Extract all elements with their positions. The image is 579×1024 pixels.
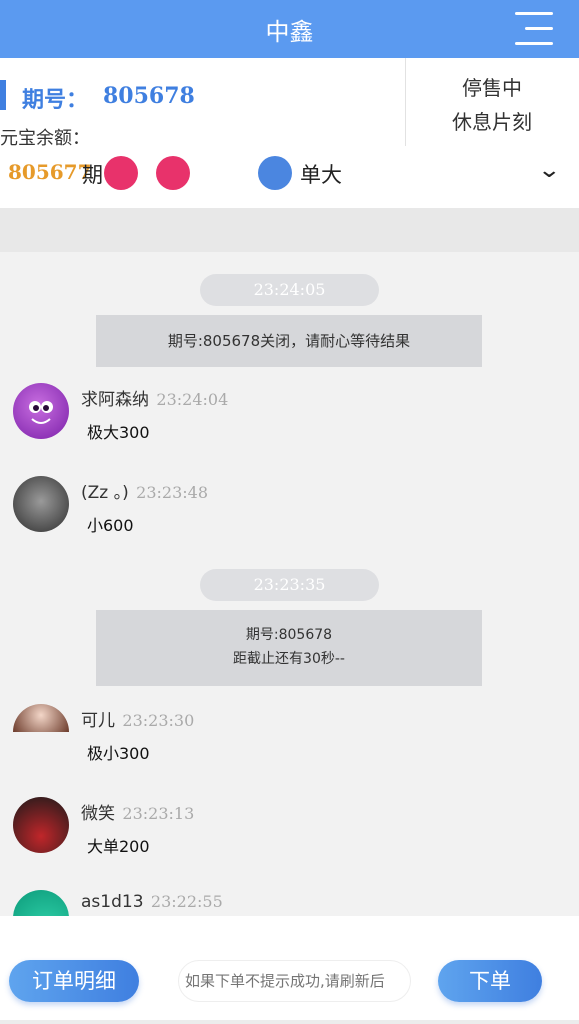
avatar[interactable] — [13, 383, 69, 439]
system-message: 期号:805678 距截止还有30秒-- — [96, 610, 482, 686]
message-text: 小600 — [87, 516, 134, 535]
result-ball-2 — [156, 156, 190, 190]
message-text: 大单200 — [87, 837, 150, 856]
message-text: 极小300 — [87, 744, 150, 763]
bottom-bar: 订单明细 下单 — [0, 916, 579, 1024]
last-period-label: 期 — [82, 163, 103, 187]
chat-message: 求阿森纳 23:24:04 极大300 — [0, 383, 579, 473]
last-period-number: 805677 — [8, 160, 92, 184]
chevron-down-icon[interactable]: ⌄ — [537, 158, 561, 183]
order-input[interactable] — [178, 960, 411, 1002]
system-message-line: 期号:805678 — [245, 627, 333, 643]
username: 可儿 23:23:30 — [81, 711, 195, 731]
username: 求阿森纳 23:24:04 — [81, 390, 229, 410]
period-label: 期号： — [22, 88, 89, 113]
message-time: 23:23:30 — [122, 711, 195, 730]
chat-message: 可儿 23:23:30 极小300 — [0, 704, 579, 794]
separator-strip — [0, 208, 579, 252]
time-stamp: 23:24:05 — [200, 274, 379, 306]
chat-message: as1d13 23:22:55 — [0, 890, 579, 916]
order-details-button[interactable]: 订单明细 — [9, 960, 139, 1002]
bottom-divider — [0, 1020, 579, 1024]
last-result-row[interactable]: 805677 期 单大 ⌄ — [0, 146, 579, 198]
username: as1d13 23:22:55 — [81, 892, 223, 912]
system-message-line: 距截止还有30秒-- — [233, 651, 345, 667]
message-time: 23:23:48 — [136, 483, 209, 502]
period-value: 805678 — [103, 83, 195, 109]
username: 微笑 23:23:13 — [81, 804, 195, 824]
accent-bar — [0, 80, 6, 110]
message-text: 极大300 — [87, 423, 150, 442]
menu-icon[interactable] — [515, 10, 553, 48]
message-time: 23:24:04 — [156, 390, 229, 409]
time-stamp: 23:23:35 — [200, 569, 379, 601]
chat-message: (Zz 。) 23:23:48 小600 — [0, 476, 579, 566]
period-info-panel: 期号： 805678 元宝余额： 停售中 休息片刻 805677 期 单大 ⌄ — [0, 58, 579, 208]
app-title: 中鑫 — [265, 18, 314, 46]
last-result-value: 单大 — [300, 163, 342, 187]
result-ball-sum — [258, 156, 292, 190]
avatar[interactable] — [13, 890, 69, 916]
avatar[interactable] — [13, 797, 69, 853]
rest-status: 休息片刻 — [452, 110, 532, 134]
avatar[interactable] — [13, 476, 69, 532]
system-message: 期号:805678关闭，请耐心等待结果 — [96, 315, 482, 367]
result-ball-1 — [104, 156, 138, 190]
top-bar: 中鑫 — [0, 0, 579, 58]
avatar[interactable] — [13, 704, 69, 732]
place-order-button[interactable]: 下单 — [438, 960, 542, 1002]
username: (Zz 。) 23:23:48 — [81, 483, 209, 503]
chat-message: 微笑 23:23:13 大单200 — [0, 797, 579, 887]
message-time: 23:22:55 — [150, 892, 223, 911]
message-time: 23:23:13 — [122, 804, 195, 823]
sale-status: 停售中 — [462, 76, 522, 100]
